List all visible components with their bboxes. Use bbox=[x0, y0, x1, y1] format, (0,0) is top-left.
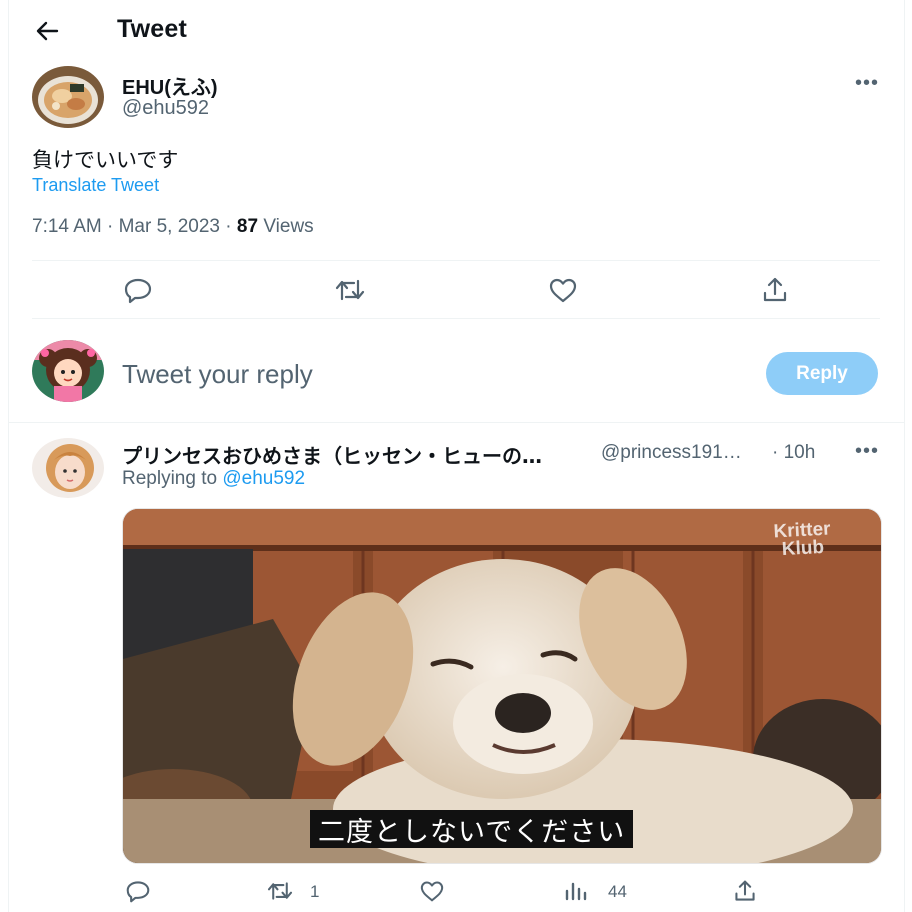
replying-to-handle[interactable]: @ehu592 bbox=[222, 468, 305, 489]
reply-author-avatar[interactable] bbox=[32, 438, 104, 498]
reply-tweet-retweet-button[interactable] bbox=[262, 876, 298, 906]
current-user-avatar[interactable] bbox=[32, 340, 104, 402]
views-count: 87 bbox=[236, 216, 259, 237]
retweet-icon bbox=[267, 882, 293, 900]
reply-icon bbox=[126, 881, 150, 903]
views-count: 44 bbox=[608, 882, 627, 901]
tweet-date[interactable]: Mar 5, 2023 bbox=[119, 216, 220, 237]
divider bbox=[32, 260, 880, 261]
divider bbox=[8, 422, 904, 423]
page-header: Tweet bbox=[0, 0, 912, 62]
reply-icon bbox=[124, 278, 152, 304]
author-handle[interactable]: @ehu592 bbox=[122, 97, 209, 120]
retweet-icon bbox=[335, 279, 365, 301]
tweet-text: 負けでいいです bbox=[32, 148, 179, 172]
share-icon bbox=[735, 880, 755, 901]
retweet-action-button[interactable] bbox=[332, 274, 368, 306]
translate-tweet-link[interactable]: Translate Tweet bbox=[32, 175, 159, 196]
share-icon bbox=[763, 277, 787, 302]
media-caption: 二度としないでください bbox=[310, 810, 634, 848]
tweet-time[interactable]: 7:14 AM bbox=[32, 216, 102, 237]
more-options-button[interactable]: ••• bbox=[852, 71, 882, 94]
reply-more-options-button[interactable]: ••• bbox=[852, 439, 882, 462]
frame-border-right bbox=[904, 0, 905, 912]
heart-icon bbox=[549, 278, 577, 303]
views-label: Views bbox=[263, 216, 314, 237]
tweet-meta: 7:14 AM · Mar 5, 2023 · 87 Views bbox=[32, 216, 314, 237]
replying-to-label: Replying to bbox=[122, 468, 218, 489]
like-action-button[interactable] bbox=[545, 274, 581, 306]
author-name[interactable]: EHU(えふ) bbox=[122, 71, 218, 100]
media-watermark: Kritter Klub bbox=[772, 518, 832, 561]
replying-to: Replying to @ehu592 bbox=[122, 468, 305, 490]
reply-button[interactable]: Reply bbox=[766, 352, 878, 395]
arrow-left-icon bbox=[36, 21, 59, 41]
heart-icon bbox=[420, 881, 444, 902]
reply-tweet-like-button[interactable] bbox=[414, 876, 450, 906]
reply-tweet-reply-button[interactable] bbox=[120, 876, 156, 906]
frame-border-left bbox=[8, 0, 9, 912]
more-horizontal-icon: ••• bbox=[854, 439, 879, 462]
reply-tweet-views-button[interactable] bbox=[558, 876, 594, 906]
more-horizontal-icon: ••• bbox=[854, 71, 879, 94]
reply-input[interactable] bbox=[122, 352, 742, 396]
page-title: Tweet bbox=[117, 15, 187, 43]
reply-author-name[interactable]: プリンセスおひめさま（ヒッセン・ヒューの… bbox=[122, 440, 542, 469]
author-avatar[interactable] bbox=[32, 66, 104, 128]
back-button[interactable] bbox=[30, 16, 64, 46]
share-action-button[interactable] bbox=[757, 274, 793, 306]
reply-author-handle[interactable]: @princess191… bbox=[601, 442, 742, 464]
reply-timestamp[interactable]: · 10h bbox=[772, 442, 815, 464]
reply-action-button[interactable] bbox=[120, 274, 156, 306]
retweet-count: 1 bbox=[310, 882, 320, 901]
reply-tweet-share-button[interactable] bbox=[727, 876, 763, 906]
analytics-bar-icon bbox=[565, 882, 587, 901]
divider bbox=[32, 318, 880, 319]
